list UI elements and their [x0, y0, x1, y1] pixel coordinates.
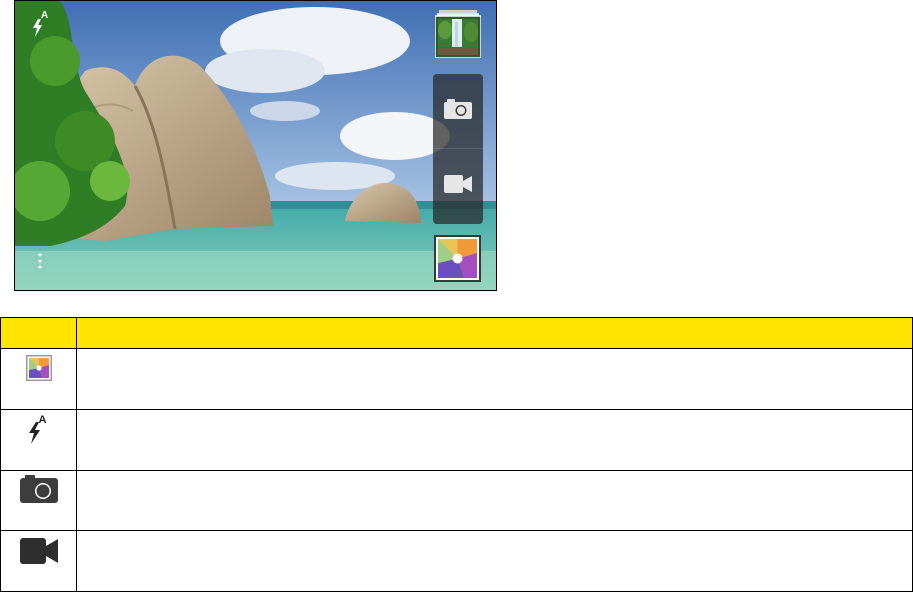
icon-cell — [0, 469, 77, 532]
flash-auto-icon[interactable]: A — [31, 10, 49, 39]
mode-switch-panel — [433, 74, 483, 224]
table-row — [0, 348, 913, 410]
description-cell — [76, 530, 913, 592]
video-camera-icon — [1, 538, 76, 569]
flash-auto-label: A — [38, 413, 47, 426]
icon-legend-table: A — [0, 317, 913, 592]
effects-button[interactable] — [434, 235, 481, 282]
icon-cell — [0, 530, 77, 592]
table-row: A — [0, 408, 913, 471]
header-icon-column — [0, 317, 77, 349]
viewfinder-photo — [15, 1, 496, 290]
effects-icon — [1, 355, 76, 386]
flash-mode-label: A — [41, 10, 49, 21]
camera-icon — [444, 98, 472, 124]
camera-viewfinder: A — [14, 0, 497, 291]
description-cell — [76, 348, 913, 410]
camera-icon — [1, 474, 76, 508]
video-mode-button[interactable] — [433, 149, 483, 223]
description-cell — [76, 408, 913, 471]
gallery-thumbnail-icon[interactable] — [434, 10, 482, 59]
description-cell — [76, 469, 913, 532]
menu-dots-icon[interactable] — [37, 252, 43, 270]
header-description-column — [76, 317, 913, 349]
photo-mode-button[interactable] — [433, 74, 483, 149]
effects-icon — [434, 235, 481, 286]
video-camera-icon — [444, 174, 472, 198]
table-header-row — [0, 317, 913, 349]
icon-cell — [0, 348, 77, 410]
flash-auto-icon: A — [27, 413, 51, 445]
table-row — [0, 469, 913, 532]
table-row — [0, 530, 913, 592]
icon-cell: A — [0, 408, 77, 471]
